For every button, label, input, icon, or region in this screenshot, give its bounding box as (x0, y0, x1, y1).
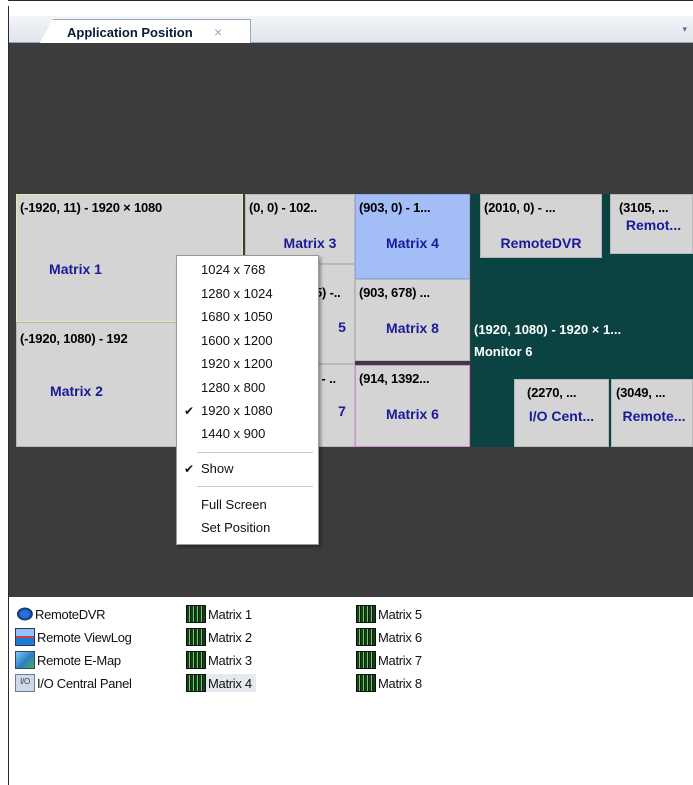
screen-coord: (903, 0) - 1... (359, 200, 431, 215)
matrix-icon (356, 674, 376, 692)
matrix-icon (356, 605, 376, 623)
menu-item-set-position[interactable]: Set Position (201, 520, 270, 535)
screen-coord: (914, 1392... (359, 371, 430, 386)
list-item-label: Matrix 4 (208, 675, 252, 691)
menu-item-res-1920x1080[interactable]: 1920 x 1080 (201, 403, 273, 418)
matrix-icon (186, 651, 206, 669)
close-icon[interactable]: × (214, 24, 222, 40)
list-item-remote-viewlog[interactable]: Remote ViewLog (15, 628, 132, 646)
list-item-matrix-2[interactable]: Matrix 2 (186, 628, 252, 646)
menu-separator (197, 452, 313, 453)
context-menu: 1024 x 768 1280 x 1024 1680 x 1050 1600 … (176, 255, 319, 545)
eye-icon (15, 606, 33, 622)
io-panel-icon: I/O (15, 674, 35, 692)
menu-item-res-1024x768[interactable]: 1024 x 768 (201, 262, 265, 277)
screen-io-central[interactable]: (2270, ... I/O Cent... (514, 379, 609, 447)
menu-item-res-1920x1200[interactable]: 1920 x 1200 (201, 356, 273, 371)
menu-item-res-1600x1200[interactable]: 1600 x 1200 (201, 333, 273, 348)
tab-label: Application Position (67, 25, 193, 40)
screen-coord: (0, 0) - 102.. (249, 200, 318, 215)
menu-item-res-1440x900[interactable]: 1440 x 900 (201, 426, 265, 441)
list-item-label: Matrix 2 (208, 629, 252, 645)
checkmark-icon: ✔ (184, 462, 195, 476)
screen-coord: (903, 678) ... (359, 285, 430, 300)
screen-remotedvr[interactable]: (2010, 0) - ... RemoteDVR (480, 194, 602, 258)
tab-bar: Application Position × ▾ (9, 16, 693, 44)
monitor-name: Monitor 6 (474, 344, 533, 359)
list-item-label: Matrix 8 (378, 675, 422, 691)
screen-coord: (2010, 0) - ... (484, 200, 556, 215)
list-item-label: Matrix 7 (378, 652, 422, 668)
list-item-label: Remote ViewLog (37, 629, 132, 645)
menu-item-res-1280x1024[interactable]: 1280 x 1024 (201, 286, 273, 301)
menu-item-show[interactable]: Show (201, 461, 234, 476)
list-item-label: Remote E-Map (37, 652, 121, 668)
screen-coord: (2270, ... (527, 385, 577, 400)
screen-remote-emap[interactable]: (3049, ... Remote... (611, 379, 693, 447)
list-item-label: RemoteDVR (35, 606, 106, 622)
screen-name: Matrix 2 (50, 383, 103, 399)
list-item-label: Matrix 5 (378, 606, 422, 622)
position-canvas[interactable]: (-1920, 11) - 1920 × 1080 Matrix 1 (0, 0… (9, 43, 693, 597)
chevron-down-icon[interactable]: ▾ (682, 24, 687, 35)
viewlog-icon (15, 628, 35, 646)
matrix-icon (186, 605, 206, 623)
application-list: RemoteDVR Remote ViewLog Remote E-Map I/… (9, 597, 693, 785)
emap-icon (15, 651, 35, 669)
list-item-matrix-1[interactable]: Matrix 1 (186, 605, 252, 623)
screen-matrix-8[interactable]: (903, 678) ... Matrix 8 (355, 279, 470, 361)
window: Application Position × ▾ (-1920, 11) - 1… (0, 0, 693, 785)
menu-item-res-1680x1050[interactable]: 1680 x 1050 (201, 309, 273, 324)
menu-separator (197, 486, 313, 487)
list-item-label: Matrix 1 (208, 606, 252, 622)
screen-coord: (3049, ... (616, 385, 666, 400)
list-item-matrix-8[interactable]: Matrix 8 (356, 674, 422, 692)
screen-name: RemoteDVR (500, 235, 582, 251)
tab-application-position[interactable]: Application Position × (39, 19, 251, 44)
matrix-icon (186, 628, 206, 646)
list-item-matrix-6[interactable]: Matrix 6 (356, 628, 422, 646)
list-item-remotedvr[interactable]: RemoteDVR (15, 605, 106, 623)
window-border-top (8, 0, 693, 7)
screen-name: Remote... (622, 408, 686, 424)
screen-matrix-3[interactable]: (0, 0) - 102.. Matrix 3 (245, 194, 355, 264)
screen-name: Matrix 4 (386, 235, 439, 251)
screen-name: Matrix 8 (386, 320, 439, 336)
matrix-icon (356, 651, 376, 669)
screen-matrix-6[interactable]: (914, 1392... Matrix 6 (355, 365, 470, 447)
screen-coord: (-1920, 1080) - 192 (20, 331, 128, 346)
list-item-remote-emap[interactable]: Remote E-Map (15, 651, 121, 669)
list-item-io-central-panel[interactable]: I/O I/O Central Panel (15, 674, 132, 692)
matrix-icon (356, 628, 376, 646)
list-item-label: Matrix 6 (378, 629, 422, 645)
screen-remote-viewlog[interactable]: (3105, ... Remot... (610, 194, 693, 254)
screen-name: Matrix 6 (386, 406, 439, 422)
screen-coord: (3105, ... (619, 200, 669, 215)
checkmark-icon: ✔ (184, 404, 195, 418)
screen-matrix-4[interactable]: (903, 0) - 1... Matrix 4 (355, 194, 470, 279)
list-item-matrix-5[interactable]: Matrix 5 (356, 605, 422, 623)
matrix-icon (186, 674, 206, 692)
screen-coord: (-1920, 11) - 1920 × 1080 (20, 200, 163, 215)
screen-name: I/O Cent... (528, 408, 595, 424)
screen-name: Remot... (625, 217, 682, 233)
screen-name: Matrix 3 (283, 235, 337, 251)
menu-item-full-screen[interactable]: Full Screen (201, 497, 267, 512)
screen-name: Matrix 1 (49, 261, 102, 277)
monitor-coord: (1920, 1080) - 1920 × 1... (474, 322, 622, 337)
list-item-label: Matrix 3 (208, 652, 252, 668)
list-item-matrix-7[interactable]: Matrix 7 (356, 651, 422, 669)
list-item-label: I/O Central Panel (37, 675, 132, 691)
list-item-matrix-4[interactable]: Matrix 4 (186, 674, 256, 692)
list-item-matrix-3[interactable]: Matrix 3 (186, 651, 252, 669)
menu-item-res-1280x800[interactable]: 1280 x 800 (201, 380, 265, 395)
